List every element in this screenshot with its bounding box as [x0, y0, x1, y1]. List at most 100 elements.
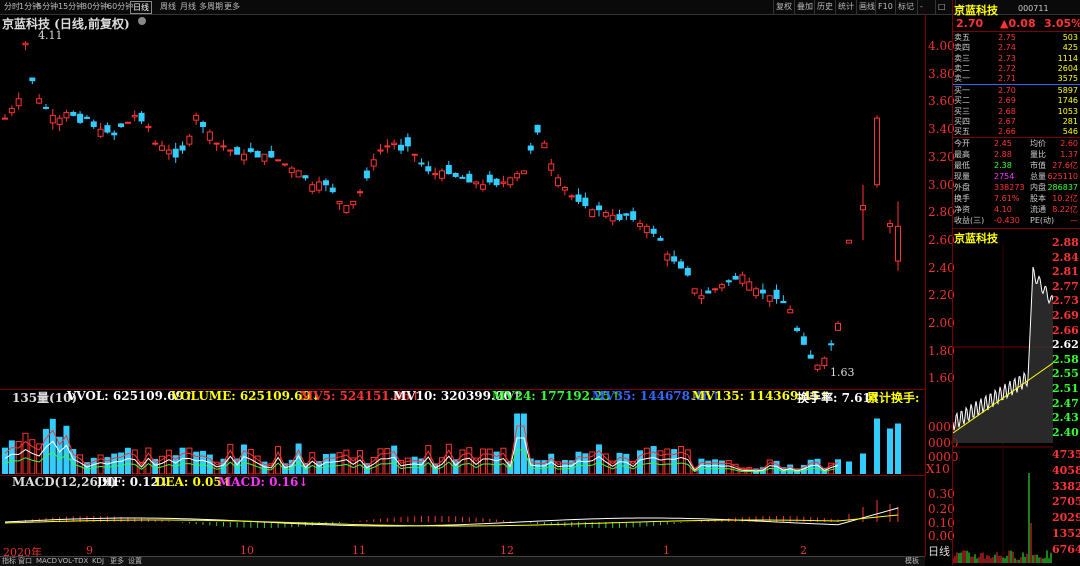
- candle-body: [138, 112, 145, 122]
- candle-body: [623, 213, 630, 216]
- mini-vol-tick: 47350: [1052, 448, 1080, 461]
- candle-body: [118, 123, 125, 127]
- timeframe-9[interactable]: 多周期: [197, 0, 225, 14]
- candle-body: [568, 195, 575, 198]
- mini-vol-tick: 20293: [1052, 511, 1080, 525]
- candle-body: [254, 150, 261, 158]
- candle-body: [316, 181, 323, 191]
- price-tick: 2.60: [928, 232, 955, 247]
- candle-body: [555, 177, 562, 187]
- candle-body: [712, 288, 719, 291]
- candle-body: [807, 354, 814, 359]
- candle-body: [281, 163, 288, 166]
- candle-body: [131, 114, 138, 118]
- macd-axis-1: 0.30: [928, 487, 955, 501]
- candle-body: [438, 170, 445, 179]
- volume-bar: [370, 456, 377, 474]
- candle-body: [77, 113, 84, 123]
- candle-body: [411, 153, 418, 156]
- candle-body: [650, 228, 657, 234]
- volume-bar: [887, 428, 893, 474]
- order-book-row: 买二 2.69 1746: [954, 96, 1078, 106]
- volume-bar: [404, 457, 411, 474]
- macd-axis-4: 0.00: [928, 529, 955, 543]
- tool-1[interactable]: 叠加: [794, 0, 815, 14]
- candle-body: [104, 125, 111, 133]
- volume-bar: [650, 446, 657, 474]
- volume-bar: [596, 444, 603, 474]
- volume-bar: [602, 453, 609, 474]
- pct-change: 3.05%: [1044, 17, 1080, 30]
- quote-stat-row: 换手 7.61% 股本 10.2亿: [954, 194, 1078, 203]
- stock-code: 000711: [1018, 4, 1049, 13]
- tool-2[interactable]: 历史: [814, 0, 835, 14]
- candle-body: [705, 290, 712, 294]
- candle-body: [234, 147, 241, 155]
- candle-body: [70, 112, 77, 116]
- volume-bar: [179, 447, 186, 474]
- price-tick: 1.80: [928, 343, 955, 358]
- mini-price-tick: 2.43: [1052, 411, 1079, 425]
- volume-bar: [479, 448, 486, 474]
- candle-body: [520, 170, 527, 175]
- candle-body: [534, 124, 541, 133]
- tool-7[interactable]: -: [917, 0, 925, 14]
- volume-bar: [322, 454, 329, 474]
- mini-vol-tick: 33821: [1052, 479, 1080, 493]
- candle-body: [616, 214, 623, 220]
- candle-body: [220, 145, 227, 148]
- candle-body: [29, 77, 36, 82]
- candle-body: [261, 153, 268, 162]
- candle-body: [684, 267, 691, 276]
- volume-bar: [63, 425, 70, 474]
- candle-body: [193, 114, 200, 121]
- candle-body: [90, 121, 97, 127]
- candle-body: [336, 200, 343, 205]
- timeframe-6[interactable]: 日线: [130, 1, 152, 14]
- candle-body: [97, 128, 104, 137]
- volume-bar: [97, 454, 104, 474]
- tool-6[interactable]: 标记: [895, 0, 916, 14]
- candle-body: [664, 253, 671, 261]
- candle-body: [561, 187, 568, 191]
- order-book-row: 卖二 2.72 2604: [954, 63, 1078, 73]
- tool-5[interactable]: F10: [875, 0, 895, 14]
- candle-body: [152, 142, 159, 145]
- volume-bar: [677, 446, 684, 474]
- candle-body: [698, 295, 705, 299]
- candle-body: [794, 327, 801, 331]
- candle-body: [268, 150, 275, 158]
- timeframe-7[interactable]: 周线: [158, 0, 178, 14]
- candle-body: [302, 175, 309, 179]
- volume-bar: [835, 459, 841, 474]
- stock-name: 京蓝科技: [954, 4, 998, 17]
- candle-body: [814, 364, 821, 370]
- order-book-row: 买一 2.70 5897: [954, 86, 1078, 95]
- candle-body: [384, 145, 391, 148]
- period-label: 日线: [928, 545, 950, 558]
- candle-body: [486, 174, 493, 183]
- volume-bar: [616, 452, 623, 474]
- candle-body: [206, 131, 213, 141]
- mini-vol-tick: 27057: [1052, 495, 1080, 509]
- candle-body: [213, 142, 220, 145]
- tool-8[interactable]: □: [935, 0, 948, 14]
- candle-body: [500, 181, 507, 184]
- candle-body: [357, 191, 364, 194]
- candle-body: [671, 256, 678, 262]
- tool-3[interactable]: 统计: [835, 0, 856, 14]
- order-book-row: 买三 2.68 1053: [954, 106, 1078, 116]
- candle-body: [725, 280, 732, 283]
- timeframe-8[interactable]: 月线: [178, 0, 198, 14]
- mini-price-tick: 2.40: [1052, 425, 1079, 439]
- candle-body: [507, 177, 514, 186]
- period-toolbar: 分时 1分钟 5分钟 15分钟 30分钟 60分钟 日线 周线 月线 多周期 更多 复权 叠加 历史 统计画…: [0, 0, 1080, 15]
- candle-body: [165, 149, 172, 155]
- tool-4[interactable]: 画线: [856, 0, 877, 14]
- candle-body: [630, 211, 637, 220]
- tool-0[interactable]: 复权: [773, 0, 794, 14]
- mini-price-tick: 2.77: [1052, 279, 1079, 293]
- timeframe-10[interactable]: 更多: [222, 0, 242, 14]
- mini-vol-tick: 6764: [1052, 542, 1080, 556]
- quote-stat-row: 外盘 338273 内盘 286837: [954, 183, 1078, 192]
